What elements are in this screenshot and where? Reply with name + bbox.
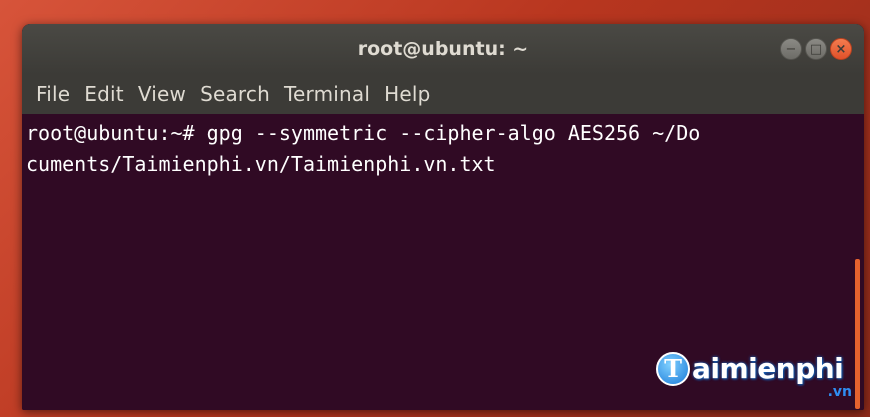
- terminal-line: root@ubuntu:~# gpg --symmetric --cipher-…: [26, 121, 701, 145]
- watermark-text: aimienphi: [692, 352, 844, 385]
- window-controls: − □ ×: [780, 38, 852, 60]
- maximize-button[interactable]: □: [805, 38, 827, 60]
- title-bar[interactable]: root@ubuntu: ~ − □ ×: [22, 24, 864, 74]
- terminal-line: cuments/Taimienphi.vn/Taimienphi.vn.txt: [26, 152, 496, 176]
- menu-search[interactable]: Search: [196, 82, 280, 106]
- menu-bar: File Edit View Search Terminal Help: [22, 74, 864, 114]
- menu-terminal[interactable]: Terminal: [280, 82, 380, 106]
- taimienphi-logo-icon: T: [656, 352, 690, 386]
- close-button[interactable]: ×: [830, 38, 852, 60]
- terminal-output: root@ubuntu:~# gpg --symmetric --cipher-…: [26, 118, 846, 180]
- watermark-logo: T aimienphi .vn: [650, 348, 860, 408]
- minimize-button[interactable]: −: [780, 38, 802, 60]
- maximize-icon: □: [809, 41, 823, 57]
- watermark-domain: .vn: [827, 384, 852, 400]
- menu-view[interactable]: View: [134, 82, 196, 106]
- menu-file[interactable]: File: [32, 82, 80, 106]
- minimize-icon: −: [785, 41, 797, 57]
- close-icon: ×: [835, 41, 847, 57]
- menu-help[interactable]: Help: [380, 82, 440, 106]
- window-title: root@ubuntu: ~: [357, 38, 529, 60]
- menu-edit[interactable]: Edit: [80, 82, 134, 106]
